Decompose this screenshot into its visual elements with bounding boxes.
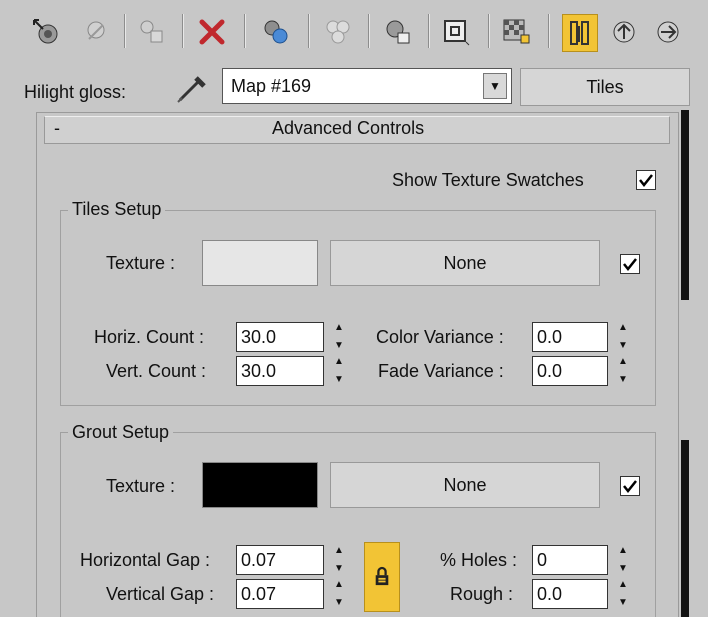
grout-texture-checkbox[interactable] (620, 476, 640, 496)
horiz-count-input[interactable]: 30.0 (236, 322, 324, 352)
collapse-icon[interactable]: - (54, 118, 60, 139)
show-end-result-icon[interactable] (562, 14, 598, 52)
vert-count-input[interactable]: 30.0 (236, 356, 324, 386)
rough-spinner[interactable]: ▲ ▼ (614, 579, 632, 609)
pick-material-icon[interactable] (28, 14, 64, 50)
put-to-library-icon[interactable] (380, 14, 416, 50)
grout-texture-label: Texture : (106, 476, 176, 496)
color-variance-spinner[interactable]: ▲ ▼ (614, 322, 632, 352)
holes-label: % Holes : (440, 550, 518, 570)
toolbar-separator (368, 14, 370, 48)
toolbar-separator (308, 14, 310, 48)
horizontal-gap-spinner[interactable]: ▲ ▼ (330, 545, 348, 575)
chevron-down-icon[interactable]: ▼ (483, 73, 507, 99)
fade-variance-spinner[interactable]: ▲ ▼ (614, 356, 632, 386)
grout-texture-button[interactable]: None (330, 462, 600, 508)
put-material-icon[interactable] (78, 14, 114, 50)
fade-variance-label: Fade Variance : (378, 361, 504, 381)
grout-color-swatch[interactable] (202, 462, 318, 508)
lock-gap-button[interactable] (364, 542, 400, 612)
tiles-texture-label: Texture : (106, 253, 176, 273)
map-dropdown-value: Map #169 (231, 75, 312, 96)
holes-spinner[interactable]: ▲ ▼ (614, 545, 632, 575)
unique-material-icon[interactable] (320, 14, 356, 50)
horiz-count-spinner[interactable]: ▲ ▼ (330, 322, 348, 352)
lock-icon (375, 566, 389, 586)
tiles-button[interactable]: Tiles (520, 68, 690, 106)
toolbar-separator (548, 14, 550, 48)
checkmark-icon (623, 480, 637, 494)
toolbar-separator (124, 14, 126, 48)
tiles-setup-title: Tiles Setup (68, 199, 166, 220)
horizontal-gap-input[interactable]: 0.07 (236, 545, 324, 575)
horiz-count-label: Horiz. Count : (94, 327, 205, 347)
eyedropper-icon[interactable] (172, 70, 212, 106)
toolbar-separator (428, 14, 430, 48)
vertical-gap-input[interactable]: 0.07 (236, 579, 324, 609)
tiles-color-swatch[interactable] (202, 240, 318, 286)
assign-material-icon[interactable] (134, 14, 170, 50)
color-variance-input[interactable]: 0.0 (532, 322, 608, 352)
toolbar-separator (244, 14, 246, 48)
copy-material-icon[interactable] (258, 14, 294, 50)
checkmark-icon (623, 258, 637, 272)
rough-label: Rough : (450, 584, 514, 604)
toolbar-separator (488, 14, 490, 48)
fade-variance-input[interactable]: 0.0 (532, 356, 608, 386)
vertical-gap-label: Vertical Gap : (106, 584, 215, 604)
holes-input[interactable]: 0 (532, 545, 608, 575)
checkmark-icon (639, 174, 653, 188)
show-texture-swatches-checkbox[interactable] (636, 170, 656, 190)
toolbar-separator (182, 14, 184, 48)
show-map-in-viewport-icon[interactable] (498, 14, 534, 50)
go-forward-to-sibling-icon[interactable] (650, 14, 686, 50)
vertical-gap-spinner[interactable]: ▲ ▼ (330, 579, 348, 609)
map-dropdown[interactable]: Map #169 ▼ (222, 68, 512, 104)
vert-count-label: Vert. Count : (106, 361, 207, 381)
hilight-gloss-label: Hilight gloss: (24, 82, 127, 102)
go-to-parent-icon[interactable] (606, 14, 642, 50)
color-variance-label: Color Variance : (376, 327, 504, 347)
show-texture-swatches-label: Show Texture Swatches (392, 170, 584, 190)
rollout-title: Advanced Controls (272, 118, 425, 138)
vert-count-spinner[interactable]: ▲ ▼ (330, 356, 348, 386)
horizontal-gap-label: Horizontal Gap : (80, 550, 211, 570)
scrollbar-thumb-gap (681, 300, 689, 440)
rough-input[interactable]: 0.0 (532, 579, 608, 609)
tiles-texture-checkbox[interactable] (620, 254, 640, 274)
material-id-channel-icon[interactable] (438, 14, 474, 50)
grout-setup-title: Grout Setup (68, 422, 174, 443)
reset-delete-icon[interactable] (194, 14, 230, 50)
tiles-texture-button[interactable]: None (330, 240, 600, 286)
material-toolbar (0, 0, 708, 66)
